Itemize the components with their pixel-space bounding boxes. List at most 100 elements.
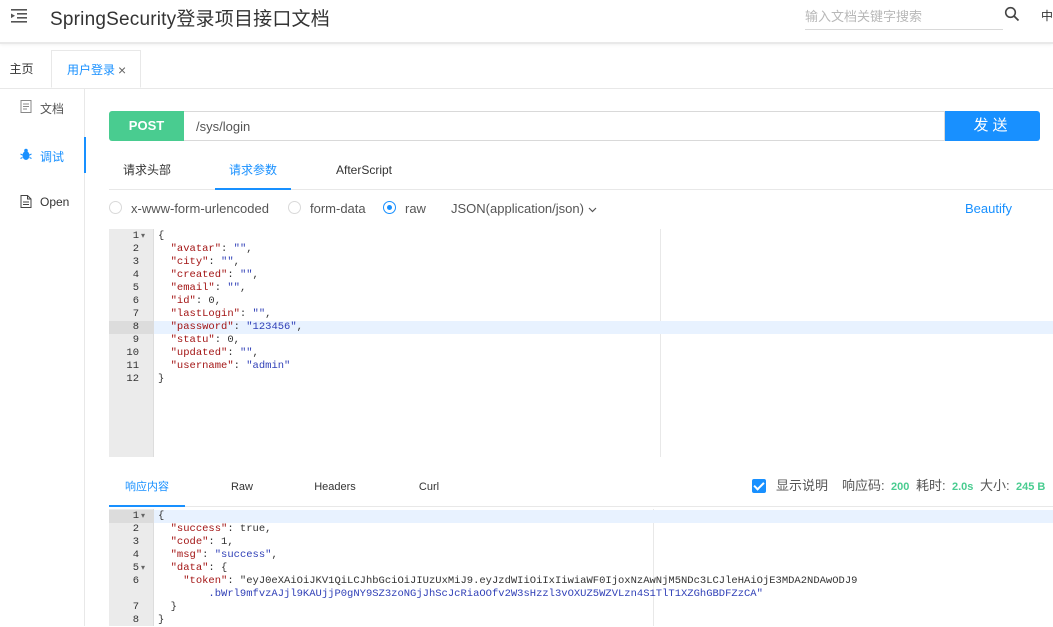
tab-home[interactable]: 主页: [0, 50, 43, 87]
time-value: 2.0s: [952, 481, 974, 493]
line-number: 4: [132, 269, 139, 281]
code-line: 3 "code": 1,: [109, 536, 1053, 549]
code-text: "lastLogin": "",: [170, 308, 272, 320]
line-number: 10: [126, 347, 139, 359]
tab-response-curl[interactable]: Curl: [399, 474, 459, 505]
line-number: 6: [132, 575, 139, 587]
code-text: }: [158, 614, 165, 626]
bug-icon: [20, 148, 32, 160]
tab-user-login-label: 用户登录: [67, 63, 116, 77]
code-line: 3 "city": "",: [109, 256, 1053, 269]
line-number: 6: [132, 295, 139, 307]
code-line: 8 "password": "123456",: [109, 321, 1053, 334]
body-type-selector: x-www-form-urlencoded form-data raw JSON…: [109, 200, 1053, 220]
doc-search-input[interactable]: [805, 3, 1003, 30]
code-line: 6 "token": "eyJ0eXAiOiJKV1QiLCJhbGciOiJI…: [109, 575, 1053, 588]
code-text: "id": 0,: [170, 295, 222, 307]
sidebar-item-debug[interactable]: 调试: [0, 137, 86, 173]
fold-toggle-icon[interactable]: ▾: [141, 562, 151, 575]
tab-after-script[interactable]: AfterScript: [321, 154, 407, 188]
response-body-editor[interactable]: 1 ▾{2 "success": true, 3 "code": 1, 4 "msg"…: [109, 509, 1053, 626]
line-number: 11: [126, 360, 139, 372]
code-text: .bWrl9mfvzAJjl9KAUjjP0gNY9SZ3zoNGjJhScJc…: [208, 588, 763, 600]
code-line: 10 "updated": "",: [109, 347, 1053, 360]
sidebar-item-open[interactable]: Open: [0, 184, 84, 220]
response-tabs: 响应内容 Raw Headers Curl 显示说明 响应码: 200 耗时: …: [109, 474, 1053, 507]
code-line: 1 ▾ {: [109, 510, 1053, 523]
chevron-down-icon: [588, 207, 597, 213]
method-badge[interactable]: POST: [109, 111, 184, 141]
code-line: 12}: [109, 373, 1053, 386]
radio-circle-checked[interactable]: [383, 201, 396, 214]
line-number: 1: [132, 510, 139, 522]
code-line: .bWrl9mfvzAJjl9KAUjjP0gNY9SZ3zoNGjJhScJc…: [109, 588, 1053, 601]
sidebar-item-document[interactable]: 文档: [0, 89, 84, 125]
radio-label: raw: [405, 201, 426, 216]
page-tabbar: 主页 用户登录 ×: [0, 50, 1053, 89]
status-code-value: 200: [891, 481, 910, 493]
code-text: "username": "admin": [170, 360, 291, 372]
sidebar-item-label: 调试: [40, 150, 65, 164]
send-button[interactable]: 发送: [945, 111, 1040, 141]
fold-toggle-icon[interactable]: ▾: [141, 230, 151, 243]
url-input[interactable]: [184, 111, 945, 141]
tab-user-login[interactable]: 用户登录 ×: [51, 50, 141, 88]
line-number: 2: [132, 523, 139, 535]
code-text: "avatar": "",: [170, 243, 253, 255]
tab-response-raw[interactable]: Raw: [209, 474, 275, 505]
show-description-checkbox[interactable]: [752, 479, 766, 493]
tab-request-headers[interactable]: 请求头部: [109, 154, 185, 188]
line-number: 5: [132, 562, 139, 574]
language-switch[interactable]: 中: [1041, 7, 1053, 24]
line-number: 8: [132, 614, 139, 626]
code-line: 5 "email": "",: [109, 282, 1053, 295]
line-number: 3: [132, 256, 139, 268]
code-line: 9 "statu": 0,: [109, 334, 1053, 347]
code-line: 8}: [109, 614, 1053, 627]
radio-circle[interactable]: [288, 201, 301, 214]
code-line: 4 "created": "",: [109, 269, 1053, 282]
code-line: 2 "avatar": "",: [109, 243, 1053, 256]
close-icon[interactable]: ×: [118, 51, 126, 89]
code-line: 7 "lastLogin": "",: [109, 308, 1053, 321]
size-label: 大小:: [980, 478, 1010, 493]
code-line: 5 ▾ "data": {: [109, 562, 1053, 575]
request-code-lines: 1 ▾{2 "avatar": "", 3 "city": "", 4 "create…: [109, 229, 1053, 386]
code-text: "data": {: [170, 562, 228, 574]
code-text: }: [158, 601, 177, 613]
tab-response-headers[interactable]: Headers: [301, 474, 369, 505]
code-line: 1 ▾ {: [109, 230, 1053, 243]
code-text: "msg": "success",: [170, 549, 278, 561]
response-code-lines: 1 ▾{2 "success": true, 3 "code": 1, 4 "msg"…: [109, 509, 1053, 627]
document-icon: [20, 100, 32, 113]
line-number: 5: [132, 282, 139, 294]
radio-circle[interactable]: [109, 201, 122, 214]
code-line: 2 "success": true,: [109, 523, 1053, 536]
status-code-label: 响应码:: [842, 478, 885, 493]
code-text: "code": 1,: [170, 536, 234, 548]
request-body-editor[interactable]: 1 ▾{2 "avatar": "", 3 "city": "", 4 "create…: [109, 229, 1053, 457]
content-type-value: JSON(application/json): [451, 201, 584, 216]
tab-response-content[interactable]: 响应内容: [109, 474, 185, 507]
content-type-select[interactable]: JSON(application/json): [451, 200, 597, 218]
beautify-button[interactable]: Beautify: [965, 200, 1012, 218]
tab-request-params[interactable]: 请求参数: [215, 154, 291, 190]
line-number: 7: [132, 308, 139, 320]
code-text: {: [158, 230, 165, 242]
code-text: {: [158, 510, 165, 522]
code-line: 6 "id": 0,: [109, 295, 1053, 308]
line-number: 2: [132, 243, 139, 255]
search-icon[interactable]: [1004, 6, 1020, 22]
menu-fold-icon[interactable]: [9, 6, 29, 26]
fold-toggle-icon[interactable]: ▾: [141, 510, 151, 523]
show-description-label[interactable]: 显示说明: [776, 477, 828, 495]
line-number: 12: [126, 373, 139, 385]
app-header: SpringSecurity登录项目接口文档 中: [0, 0, 1053, 44]
code-text: "statu": 0,: [170, 334, 240, 346]
line-number: 4: [132, 549, 139, 561]
radio-label: x-www-form-urlencoded: [131, 201, 269, 216]
code-text: "city": "",: [170, 256, 240, 268]
code-line: 11 "username": "admin": [109, 360, 1053, 373]
sidebar-item-label: Open: [40, 195, 70, 209]
code-text: "password": "123456",: [170, 321, 303, 333]
